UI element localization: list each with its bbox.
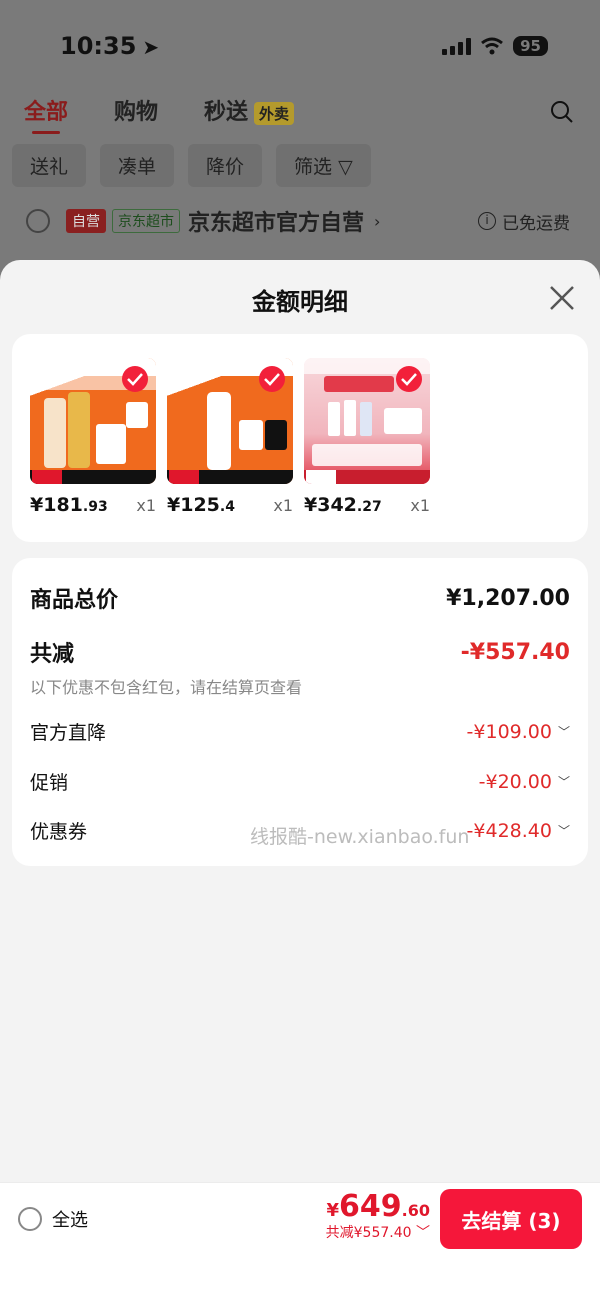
takeout-badge: 外卖 <box>254 101 295 125</box>
info-icon[interactable]: i <box>478 212 496 230</box>
chevron-down-icon: ﹀ <box>557 725 570 739</box>
selected-check-icon[interactable] <box>259 366 285 392</box>
chevron-right-icon: › <box>374 211 381 231</box>
product-price-int: ¥181 <box>30 494 83 516</box>
total-value: ¥1,207.00 <box>446 585 570 611</box>
funnel-icon: ▽ <box>338 156 353 178</box>
location-arrow-icon: ➤ <box>142 35 160 59</box>
product-price-int: ¥342 <box>304 494 357 516</box>
final-price-dec: .60 <box>401 1201 430 1220</box>
watermark-text: 线报酷-new.xianbao.fun <box>250 826 470 848</box>
background-page: 10:35➤ 95 全部 购物 秒送外卖 送礼 凑单 降价 筛选 ▽ 自营 <box>0 0 600 300</box>
product-qty: x1 <box>273 496 293 515</box>
product-qty: x1 <box>136 496 156 515</box>
product-price: ¥181.93 <box>30 494 108 516</box>
discount-label: 官方直降 <box>30 722 107 744</box>
discount-value: -¥428.40 ﹀ <box>467 820 570 842</box>
total-summary: ¥649.60 共减¥557.40 ﹀ <box>326 1189 430 1242</box>
shipping-text: 已免运费 <box>502 213 570 234</box>
product-image <box>167 358 293 484</box>
battery-indicator: 95 <box>513 36 548 56</box>
select-all-label: 全选 <box>52 1210 88 1231</box>
tab-instant[interactable]: 秒送 外卖 <box>204 94 295 126</box>
chevron-down-icon: ﹀ <box>416 1225 430 1241</box>
discount-value: -¥20.00 ﹀ <box>479 771 570 793</box>
filter-screen-label: 筛选 <box>294 156 333 178</box>
selected-check-icon[interactable] <box>122 366 148 392</box>
selected-check-icon[interactable] <box>396 366 422 392</box>
discount-row-official[interactable]: 官方直降 -¥109.00 ﹀ <box>30 718 570 745</box>
filter-screen[interactable]: 筛选 ▽ <box>276 144 371 187</box>
shipping-info: i 已免运费 <box>478 209 570 234</box>
sheet-title: 金额明细 <box>252 288 348 316</box>
status-time: 10:35 ➤ <box>60 32 159 60</box>
reduce-label: 共减 <box>30 642 75 667</box>
product-price-dec: .4 <box>219 499 235 515</box>
discount-label: 优惠券 <box>30 821 88 843</box>
status-time-text: 10:35 <box>60 32 137 60</box>
product-image <box>30 358 156 484</box>
tab-all[interactable]: 全部 <box>24 94 68 134</box>
total-row: 商品总价 ¥1,207.00 <box>30 582 570 614</box>
product-price: ¥342.27 <box>304 494 382 516</box>
checkout-bar: 全选 ¥649.60 共减¥557.40 ﹀ 去结算 (3) <box>0 1182 600 1252</box>
total-saved-text: 共减¥557.40 <box>325 1225 412 1241</box>
jd-market-tag: 京东超市 <box>112 209 180 233</box>
total-saved[interactable]: 共减¥557.40 ﹀ <box>326 1222 430 1242</box>
signal-icon <box>442 37 472 55</box>
store-name[interactable]: 京东超市官方自营 <box>188 205 364 237</box>
select-all-checkbox[interactable] <box>18 1207 42 1231</box>
search-icon[interactable] <box>550 100 574 124</box>
products-card: ¥181.93 x1 ¥125.4 x1 ¥342.27 x1 <box>12 334 588 542</box>
status-bar: 10:35 ➤ 95 <box>0 0 600 90</box>
store-row: 自营 京东超市 京东超市官方自营 › i 已免运费 <box>0 196 600 246</box>
chevron-down-icon: ﹀ <box>557 824 570 838</box>
product-price: ¥125.4 <box>167 494 235 516</box>
status-indicators: 95 <box>442 36 548 56</box>
final-price-int: 649 <box>339 1189 402 1224</box>
discount-amount: -¥20.00 <box>478 770 552 793</box>
discount-label: 促销 <box>30 772 69 794</box>
discount-row-promo[interactable]: 促销 -¥20.00 ﹀ <box>30 768 570 795</box>
discount-amount: -¥109.00 <box>466 720 552 743</box>
currency-symbol: ¥ <box>326 1200 340 1221</box>
total-label: 商品总价 <box>30 588 119 613</box>
product-item[interactable]: ¥125.4 x1 <box>167 358 293 516</box>
chevron-down-icon: ﹀ <box>557 775 570 789</box>
select-all[interactable]: 全选 <box>18 1206 88 1232</box>
wifi-icon <box>481 37 504 55</box>
product-item[interactable]: ¥342.27 x1 <box>304 358 430 516</box>
product-item[interactable]: ¥181.93 x1 <box>30 358 156 516</box>
discount-amount: -¥428.40 <box>466 819 552 842</box>
checkout-button[interactable]: 去结算 (3) <box>440 1189 582 1249</box>
tab-shopping[interactable]: 购物 <box>114 94 158 126</box>
close-icon[interactable] <box>548 284 576 312</box>
product-price-dec: .93 <box>82 499 108 515</box>
filter-row: 送礼 凑单 降价 筛选 ▽ <box>12 144 371 187</box>
self-operated-tag: 自营 <box>66 209 106 233</box>
reduce-value: -¥557.40 <box>460 639 570 665</box>
amount-detail-sheet: 金额明细 ¥181.93 x1 ¥125.4 x1 ¥342.27 x1 商品总… <box>0 260 600 1304</box>
final-price: ¥649.60 <box>326 1189 431 1224</box>
product-price-dec: .27 <box>356 499 382 515</box>
product-price-int: ¥125 <box>167 494 220 516</box>
discount-value: -¥109.00 ﹀ <box>467 721 570 743</box>
home-indicator-area <box>0 1252 600 1304</box>
product-image <box>304 358 430 484</box>
filter-gift[interactable]: 送礼 <box>12 144 87 187</box>
store-checkbox[interactable] <box>26 209 50 233</box>
top-tabs: 全部 购物 秒送 外卖 <box>24 94 295 134</box>
tab-instant-label: 秒送 <box>204 100 249 125</box>
reduce-row: 共减 -¥557.40 <box>30 636 570 668</box>
filter-price-drop[interactable]: 降价 <box>188 144 263 187</box>
filter-bundle[interactable]: 凑单 <box>100 144 175 187</box>
summary-card: 商品总价 ¥1,207.00 共减 -¥557.40 以下优惠不包含红包，请在结… <box>12 558 588 866</box>
product-qty: x1 <box>410 496 430 515</box>
discount-note: 以下优惠不包含红包，请在结算页查看 <box>30 678 303 697</box>
